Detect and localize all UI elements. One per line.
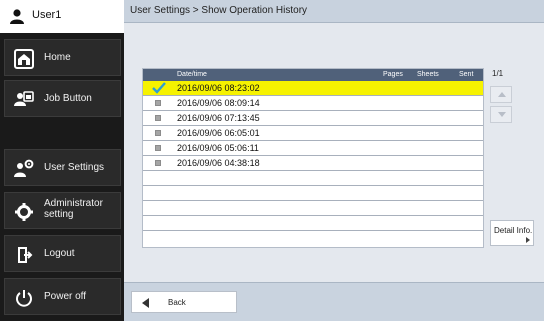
down-arrow-icon [498,112,506,117]
col-datetime: Date/time [177,71,207,78]
history-row[interactable]: 2016/09/06 08:23:02 [143,81,483,96]
scroll-up-button[interactable] [490,86,512,103]
empty-row [143,186,483,201]
user-icon [10,9,24,24]
sidebar: User1 Home Job Button User Settings Admi… [0,0,124,320]
row-checkbox-icon [155,130,161,136]
history-row[interactable]: 2016/09/06 06:05:01 [143,126,483,141]
logout-icon [18,247,33,263]
col-pages: Pages [383,71,403,78]
job-button[interactable]: Job Button [4,80,121,117]
empty-row [143,216,483,231]
logout-label: Logout [44,248,75,259]
back-label: Back [168,298,186,307]
user-settings-icon [14,159,34,177]
bottom-bar: Back [124,282,544,321]
user-settings-label: User Settings [44,162,105,173]
page-indicator: 1/1 [492,69,504,78]
row-datetime: 2016/09/06 08:09:14 [177,98,260,108]
row-datetime: 2016/09/06 08:23:02 [177,83,260,93]
empty-row [143,201,483,216]
back-arrow-icon [142,298,149,308]
col-sent: Sent [459,71,474,78]
title-bar: User Settings > Show Operation History [124,0,544,23]
administrator-setting-button[interactable]: Administrator setting [4,192,121,229]
history-list[interactable]: Date/time Pages Sheets Sent 2016/09/06 0… [142,68,484,248]
main-panel: User Settings > Show Operation History D… [124,0,544,321]
user-settings-button[interactable]: User Settings [4,149,121,186]
row-checkbox-icon [155,160,161,166]
user-indicator: User1 [0,0,124,33]
detail-info-button[interactable]: Detail Info. [490,220,534,246]
row-datetime: 2016/09/06 07:13:45 [177,113,260,123]
logout-button[interactable]: Logout [4,235,121,272]
row-checkbox-icon [155,115,161,121]
detail-info-label: Detail Info. [494,226,533,235]
power-off-button[interactable]: Power off [4,278,121,315]
admin-gear-icon [15,203,33,221]
history-row[interactable]: 2016/09/06 05:06:11 [143,141,483,156]
page-title: User Settings > Show Operation History [130,5,308,16]
history-row[interactable]: 2016/09/06 07:13:45 [143,111,483,126]
history-row[interactable]: 2016/09/06 04:38:18 [143,156,483,171]
home-icon [14,49,34,69]
scroll-down-button[interactable] [490,106,512,123]
check-icon [152,82,166,94]
power-off-label: Power off [44,291,87,302]
col-sheets: Sheets [417,71,439,78]
home-label: Home [44,52,71,63]
empty-row [143,171,483,186]
row-checkbox-icon [155,100,161,106]
back-button[interactable]: Back [131,291,237,313]
row-datetime: 2016/09/06 04:38:18 [177,158,260,168]
job-button-label: Job Button [44,93,92,104]
small-arrow-icon [526,237,530,243]
list-header: Date/time Pages Sheets Sent [143,69,483,81]
row-datetime: 2016/09/06 06:05:01 [177,128,260,138]
administrator-setting-label: Administrator setting [44,198,103,220]
home-button[interactable]: Home [4,39,121,76]
row-checkbox-icon [155,145,161,151]
up-arrow-icon [498,92,506,97]
power-icon [16,290,32,307]
job-button-icon [14,91,34,106]
history-row[interactable]: 2016/09/06 08:09:14 [143,96,483,111]
user-name: User1 [32,9,62,21]
row-datetime: 2016/09/06 05:06:11 [177,143,259,153]
